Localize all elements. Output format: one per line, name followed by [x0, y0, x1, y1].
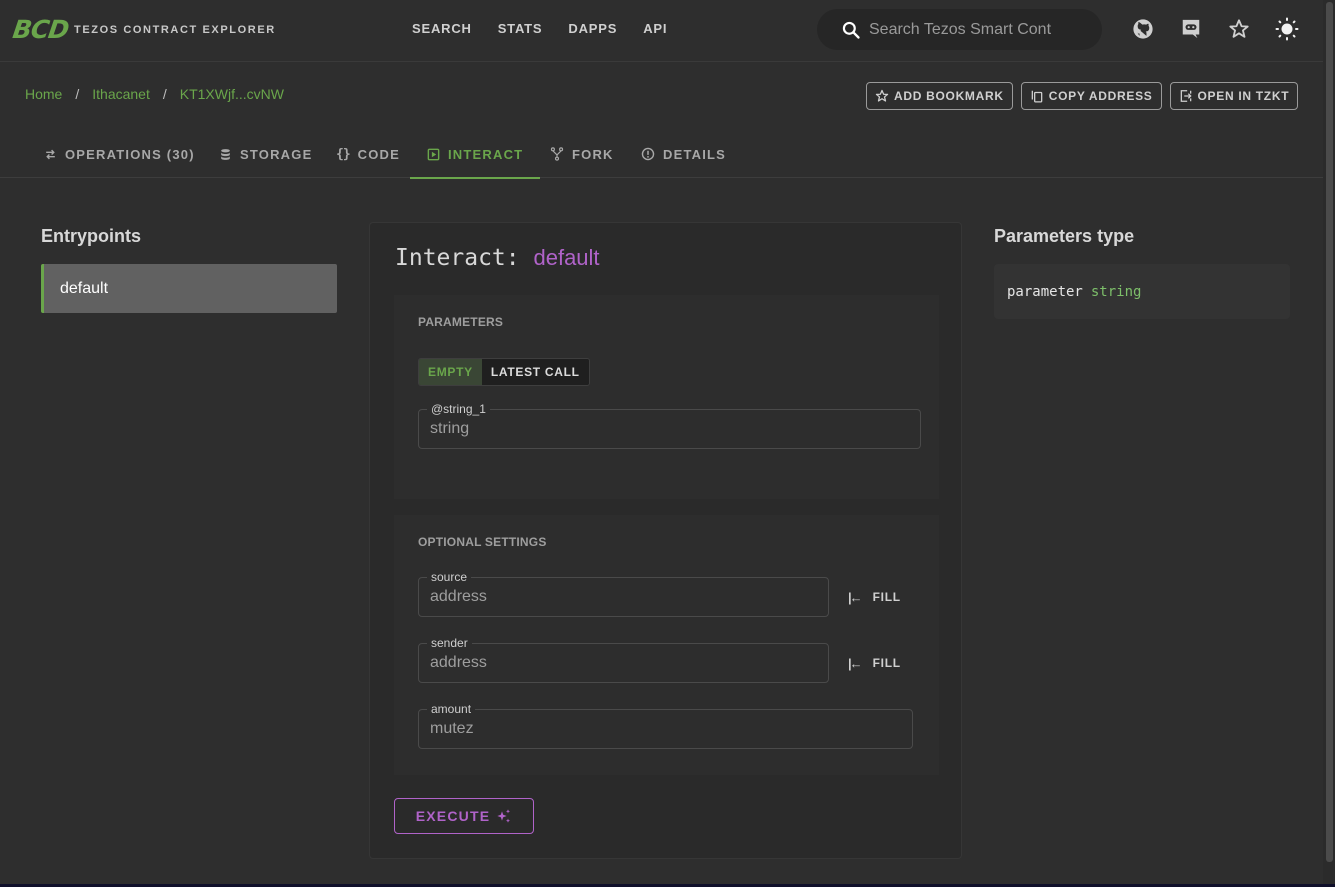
nav-api[interactable]: API: [643, 21, 667, 36]
info-circle-icon: [641, 147, 655, 161]
interact-title: Interact: default: [395, 245, 600, 271]
entrypoint-item-default[interactable]: default: [41, 264, 337, 313]
sender-input[interactable]: [430, 654, 817, 672]
breadcrumb-separator: /: [75, 86, 80, 102]
parameters-type-code: parameter string: [994, 264, 1290, 319]
tab-code[interactable]: {} CODE: [336, 130, 400, 178]
database-icon: [221, 148, 230, 160]
code-keyword: parameter: [1007, 283, 1083, 300]
fill-source-button[interactable]: |← FILL: [848, 583, 901, 611]
interact-title-prefix: Interact:: [395, 245, 520, 271]
tab-label: FORK: [572, 146, 614, 162]
open-in-tzkt-button[interactable]: OPEN IN TZKT: [1169, 82, 1299, 110]
play-box-icon: [427, 148, 440, 160]
top-bar: BCD TEZOS CONTRACT EXPLORER SEARCH STATS…: [0, 0, 1323, 62]
nav-search[interactable]: SEARCH: [412, 21, 472, 36]
interact-entrypoint-name: default: [533, 245, 600, 270]
toggle-empty[interactable]: EMPTY: [419, 359, 482, 385]
amount-field: amount: [418, 702, 913, 749]
source-field: source: [418, 570, 829, 617]
parameters-mode-toggle: EMPTY LATEST CALL: [418, 358, 590, 386]
tab-label: CODE: [357, 146, 401, 162]
open-in-tzkt-label: OPEN IN TZKT: [1197, 89, 1290, 103]
arrow-collapse-left-icon: |←: [848, 655, 863, 671]
top-icons: [1131, 17, 1299, 41]
execute-button[interactable]: EXECUTE: [394, 798, 534, 834]
tab-fork[interactable]: FORK: [550, 130, 614, 178]
brand-title: TEZOS CONTRACT EXPLORER: [74, 24, 276, 36]
fill-label: FILL: [872, 590, 901, 604]
breadcrumb-network[interactable]: Ithacanet: [92, 86, 150, 102]
star-outline-icon: [875, 89, 889, 102]
breadcrumb-separator: /: [162, 86, 167, 102]
arrow-collapse-left-icon: |←: [848, 589, 863, 605]
tab-operations[interactable]: OPERATIONS (30): [44, 130, 195, 178]
nav-stats[interactable]: STATS: [498, 21, 543, 36]
page-scrollbar[interactable]: [1323, 0, 1335, 887]
breadcrumb-home[interactable]: Home: [25, 86, 62, 102]
interact-card: Interact: default PARAMETERS EMPTY LATES…: [369, 222, 962, 859]
field-label: @string_1: [427, 402, 490, 416]
code-type: string: [1090, 283, 1142, 300]
code-braces-icon: {}: [336, 146, 351, 162]
optional-settings-panel: OPTIONAL SETTINGS source |← FILL sender …: [394, 515, 939, 775]
toggle-latest-call[interactable]: LATEST CALL: [481, 359, 589, 385]
entrypoints-title: Entrypoints: [41, 226, 142, 246]
amount-input[interactable]: [430, 720, 901, 738]
breadcrumb: Home / Ithacanet / KT1XWjf...cvNW: [25, 86, 284, 102]
source-input[interactable]: [430, 588, 817, 606]
search-input[interactable]: [869, 20, 1051, 39]
copy-address-label: COPY ADDRESS: [1048, 89, 1153, 103]
main-nav: SEARCH STATS DAPPS API: [412, 21, 667, 36]
optional-settings-label: OPTIONAL SETTINGS: [418, 535, 547, 549]
add-bookmark-label: ADD BOOKMARK: [894, 89, 1004, 103]
sparkles-icon: [497, 809, 511, 823]
fill-label: FILL: [872, 656, 901, 670]
open-external-icon: [1180, 90, 1192, 102]
tab-interact[interactable]: INTERACT: [409, 130, 541, 179]
copy-icon: [1031, 90, 1043, 103]
swap-arrows-icon: [46, 149, 55, 159]
parameters-panel: PARAMETERS EMPTY LATEST CALL @string_1: [394, 295, 939, 499]
copy-address-button[interactable]: COPY ADDRESS: [1020, 82, 1162, 110]
github-icon[interactable]: [1131, 17, 1155, 41]
add-bookmark-button[interactable]: ADD BOOKMARK: [866, 82, 1013, 110]
string-1-input[interactable]: [430, 420, 909, 438]
parameters-label: PARAMETERS: [418, 315, 504, 329]
search-bar: [817, 9, 1102, 50]
execute-label: EXECUTE: [415, 808, 491, 824]
discord-icon[interactable]: [1179, 17, 1203, 41]
field-label: amount: [427, 702, 476, 716]
string-1-field: @string_1: [418, 402, 921, 449]
tab-details[interactable]: DETAILS: [641, 130, 726, 178]
bcd-logo[interactable]: BCD: [11, 15, 70, 44]
fork-icon: [550, 147, 564, 161]
fill-sender-button[interactable]: |← FILL: [848, 649, 901, 677]
field-label: source: [427, 570, 472, 584]
app-root: BCD TEZOS CONTRACT EXPLORER SEARCH STATS…: [0, 0, 1335, 887]
tab-storage[interactable]: STORAGE: [219, 130, 312, 178]
nav-dapps[interactable]: DAPPS: [568, 21, 617, 36]
entrypoint-label: default: [60, 279, 109, 297]
tab-label: OPERATIONS (30): [65, 146, 195, 162]
breadcrumb-contract[interactable]: KT1XWjf...cvNW: [180, 86, 284, 102]
scrollbar-thumb[interactable]: [1326, 2, 1333, 862]
theme-toggle-icon[interactable]: [1275, 17, 1299, 41]
parameters-type-panel: Parameters type parameter string: [994, 226, 1290, 319]
contract-actions: ADD BOOKMARK COPY ADDRESS OPEN IN TZKT: [866, 82, 1299, 110]
tab-label: DETAILS: [663, 146, 727, 162]
parameters-type-title: Parameters type: [994, 226, 1135, 246]
sender-field: sender: [418, 636, 829, 683]
field-label: sender: [427, 636, 472, 650]
search-icon: [842, 21, 860, 39]
tab-label: STORAGE: [240, 146, 313, 162]
entrypoints-panel: Entrypoints default: [41, 226, 337, 313]
contract-tabs: OPERATIONS (30) STORAGE {} CODE INTERACT: [0, 130, 1323, 179]
star-icon[interactable]: [1227, 17, 1251, 41]
tab-label: INTERACT: [448, 146, 524, 162]
